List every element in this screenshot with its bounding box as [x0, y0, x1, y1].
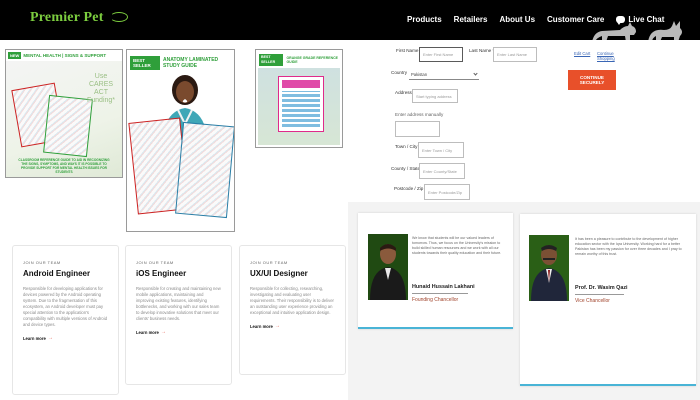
- learn-more-label: Learn more: [250, 323, 273, 329]
- first-name-input[interactable]: Enter First Name: [419, 47, 463, 62]
- product-title: ORANGE GRADE REFERENCE GUIDE: [286, 56, 338, 64]
- card-role-title: UX/UI Designer: [250, 269, 308, 278]
- product-title: MENTAL HEALTH | SIGNS & SUPPORT: [23, 52, 107, 58]
- postcode-label: Postcode / Zip *: [394, 186, 427, 191]
- learn-more-link[interactable]: Learn more →: [250, 323, 335, 329]
- nav-retailers[interactable]: Retailers: [454, 15, 488, 24]
- card-eyebrow: JOIN OUR TEAM: [23, 260, 61, 265]
- postcode-input[interactable]: Enter Postcode/Zip: [424, 184, 470, 200]
- leader-card-chancellor: We know that students will be our valued…: [358, 213, 513, 329]
- guide-book-image: [278, 76, 324, 132]
- card-role-title: Android Engineer: [23, 269, 91, 278]
- leader-card-vice-chancellor: It has been a pleasure to contribute to …: [520, 214, 696, 386]
- leader-portrait-image: [529, 235, 569, 301]
- card-role-title: iOS Engineer: [136, 269, 187, 278]
- continue-shopping-link[interactable]: Continue Shopping: [597, 51, 623, 61]
- leader-portrait-image: [368, 234, 408, 300]
- cares-act-text: Use CARES ACT Funding*: [86, 73, 116, 104]
- product-image: Use CARES ACT Funding* CLASSROOM REFEREN…: [6, 61, 122, 177]
- name-underline: [412, 293, 468, 294]
- product-image: [258, 68, 340, 145]
- leader-photo: [368, 234, 408, 300]
- page-root: Premier Pet Products Retailers About Us …: [0, 0, 700, 400]
- country-label: Country: [391, 70, 408, 75]
- town-label: Town / City *: [395, 144, 421, 149]
- product-header: NEW MENTAL HEALTH | SIGNS & SUPPORT: [6, 50, 122, 60]
- address-input[interactable]: Start typing address: [412, 89, 458, 103]
- nav-about-us[interactable]: About Us: [499, 15, 535, 24]
- logo[interactable]: Premier Pet: [30, 10, 104, 26]
- arrow-right-icon: →: [274, 323, 280, 329]
- town-input[interactable]: Enter Town / City: [418, 142, 464, 158]
- learn-more-link[interactable]: Learn more →: [23, 335, 108, 341]
- last-name-label: Last Name *: [469, 48, 495, 53]
- last-name-input[interactable]: Enter Last Name: [493, 47, 537, 62]
- card-eyebrow: JOIN OUR TEAM: [250, 260, 288, 265]
- leader-photo: [529, 235, 569, 301]
- product-header: BEST SELLER ANATOMY LAMINATED STUDY GUID…: [130, 54, 233, 71]
- logo-swirl-icon: [110, 12, 128, 22]
- product-mental-health[interactable]: NEW MENTAL HEALTH | SIGNS & SUPPORT Use …: [5, 49, 123, 178]
- edit-cart-link[interactable]: Edit Cart: [574, 51, 590, 56]
- product-anatomy-guide[interactable]: BEST SELLER ANATOMY LAMINATED STUDY GUID…: [126, 49, 235, 232]
- address-manual-input[interactable]: [395, 121, 440, 137]
- first-name-label: First Name *: [396, 48, 422, 53]
- card-description: Responsible for developing applications …: [23, 286, 108, 327]
- job-card-ios: JOIN OUR TEAM iOS Engineer Responsible f…: [125, 245, 232, 385]
- leader-quote: We know that students will be our valued…: [412, 236, 502, 255]
- leader-title: Founding Chancellor: [412, 297, 459, 303]
- learn-more-link[interactable]: Learn more →: [136, 329, 221, 335]
- country-select[interactable]: Pakistan: [409, 70, 479, 80]
- card-eyebrow: JOIN OUR TEAM: [136, 260, 174, 265]
- learn-more-label: Learn more: [136, 329, 159, 335]
- product-caption: CLASSROOM REFERENCE GUIDE TO AID IN RECO…: [18, 158, 110, 174]
- name-underline: [575, 294, 624, 295]
- leader-name: Prof. Dr. Wasim Qazi: [575, 285, 628, 291]
- product-header: BEST SELLER ORANGE GRADE REFERENCE GUIDE: [259, 53, 339, 67]
- enter-address-manually-link[interactable]: Enter address manually: [395, 112, 443, 117]
- card-description: Responsible for collecting, researching,…: [250, 286, 334, 315]
- arrow-right-icon: →: [47, 335, 53, 341]
- job-card-ux-ui: JOIN OUR TEAM UX/UI Designer Responsible…: [239, 245, 346, 375]
- best-seller-badge: BEST SELLER: [259, 54, 284, 66]
- card-description: Responsible for creating and maintaining…: [136, 286, 221, 321]
- leader-name: Hunaid Hussain Lakhani: [412, 284, 475, 290]
- county-label: County / State: [391, 166, 421, 171]
- county-input[interactable]: Enter County/State: [419, 163, 465, 179]
- nav-products[interactable]: Products: [407, 15, 442, 24]
- arrow-right-icon: →: [160, 329, 166, 335]
- guide-book-image: [175, 121, 234, 219]
- chevron-down-icon: [473, 71, 478, 76]
- learn-more-label: Learn more: [23, 335, 46, 341]
- product-grade-guide[interactable]: BEST SELLER ORANGE GRADE REFERENCE GUIDE: [255, 49, 343, 148]
- leader-title: Vice Chancellor: [575, 298, 610, 304]
- continue-securely-button[interactable]: CONTINUE SECURELY: [568, 70, 616, 90]
- leader-quote: It has been a pleasure to contribute to …: [575, 237, 682, 256]
- top-nav: Premier Pet Products Retailers About Us …: [0, 0, 700, 42]
- country-value: Pakistan: [411, 72, 428, 77]
- new-badge: NEW: [8, 51, 22, 59]
- job-card-android: JOIN OUR TEAM Android Engineer Responsib…: [12, 245, 119, 395]
- best-seller-badge: BEST SELLER: [130, 55, 160, 70]
- product-title: ANATOMY LAMINATED STUDY GUIDE: [162, 56, 219, 69]
